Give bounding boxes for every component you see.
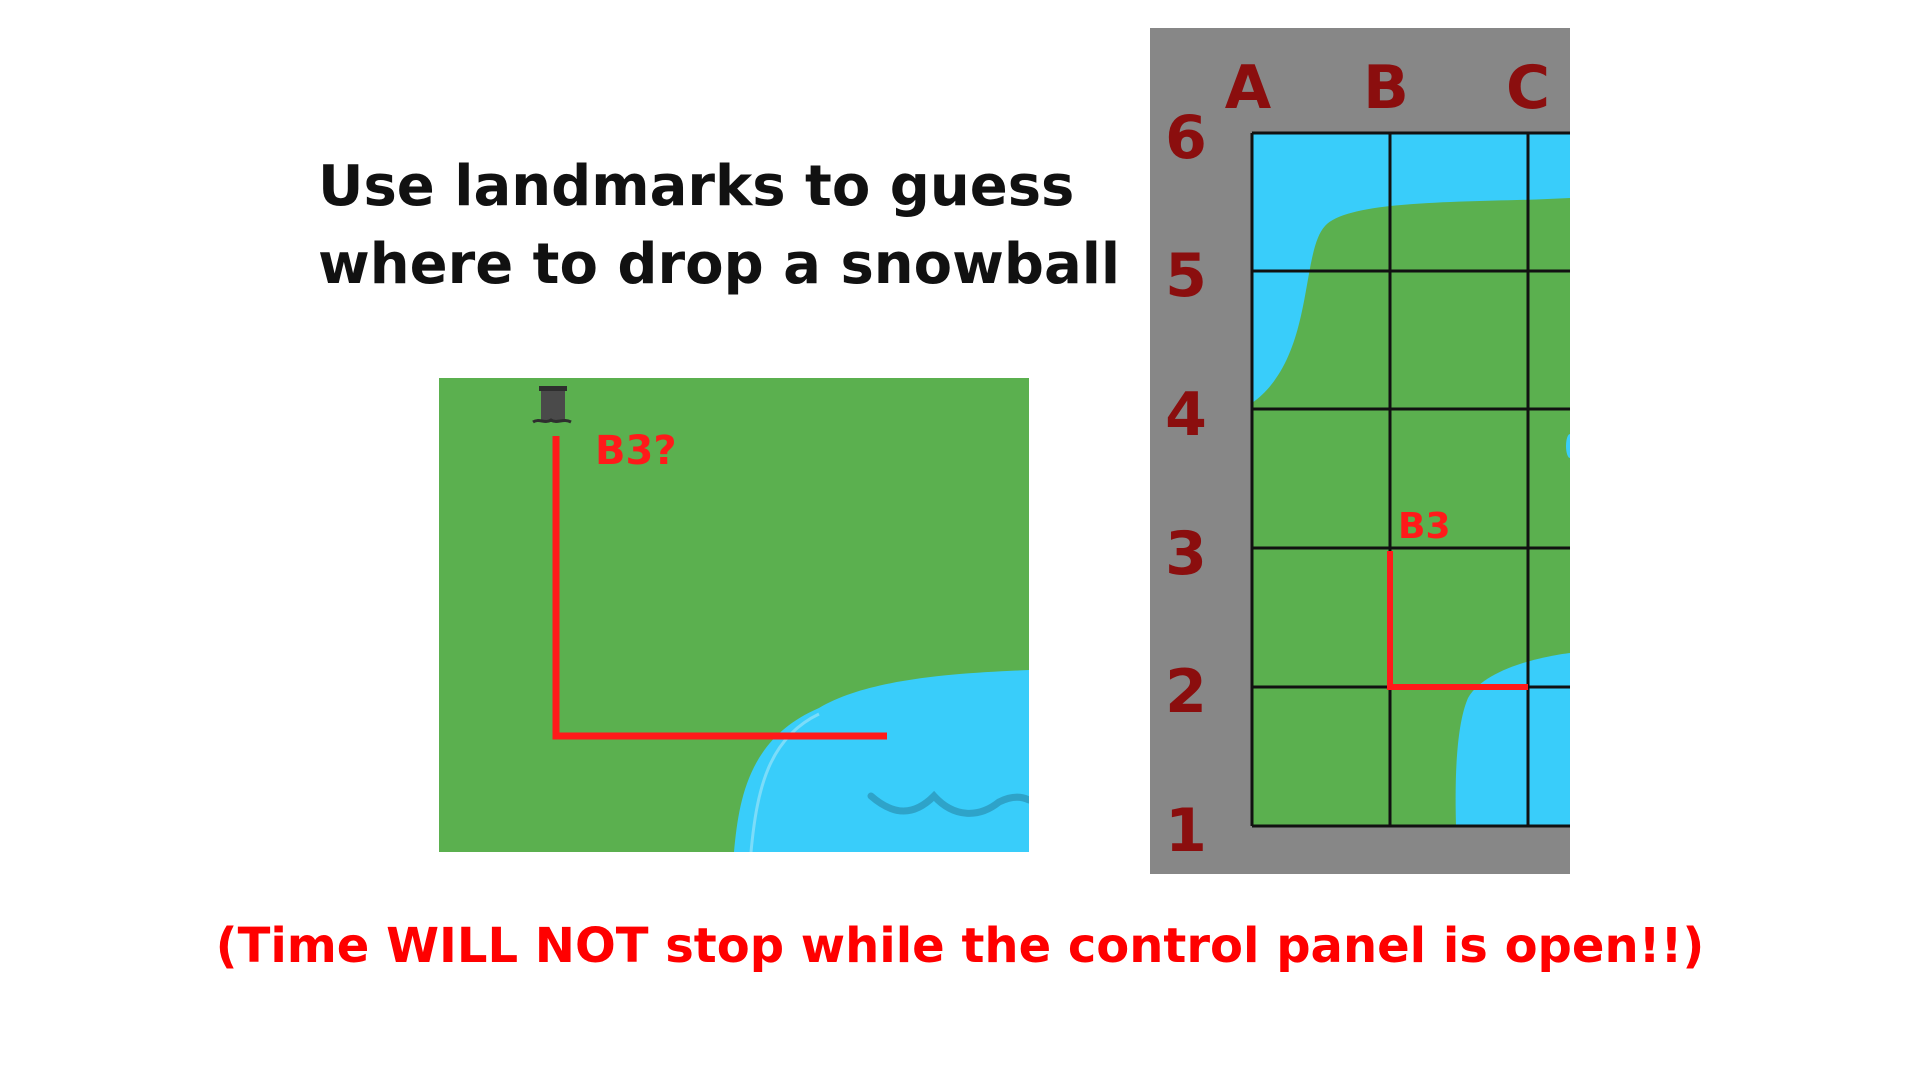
row-label-3: 3 <box>1165 519 1207 589</box>
row-label-4: 4 <box>1165 380 1207 450</box>
grid-map: B3 A B C 6 5 4 3 2 1 <box>1150 28 1570 874</box>
column-label-c: C <box>1506 53 1550 123</box>
headline-line-2: where to drop a snowball <box>318 232 1121 297</box>
instruction-headline: Use landmarks to guess where to drop a s… <box>318 148 1120 304</box>
grid-map-canvas: B3 A B C 6 5 4 3 2 1 <box>1150 28 1570 874</box>
warning-emphasis: WILL NOT <box>386 918 649 974</box>
row-label-2: 2 <box>1165 657 1207 727</box>
landmark-scene: B3? <box>439 378 1029 852</box>
row-label-6: 6 <box>1165 103 1207 173</box>
headline-line-1: Use landmarks to guess <box>318 154 1075 219</box>
row-label-5: 5 <box>1165 241 1207 311</box>
row-label-1: 1 <box>1165 796 1207 866</box>
landmark-scene-canvas: B3? <box>439 378 1029 852</box>
grid-marker-label: B3 <box>1398 506 1451 547</box>
warning-open: (Time <box>215 918 387 974</box>
guess-label: B3? <box>595 428 677 474</box>
column-label-a: A <box>1225 53 1272 123</box>
column-label-b: B <box>1363 53 1409 123</box>
warning-rest: stop while the control panel is open!!) <box>648 918 1705 974</box>
warning-footer: (Time WILL NOT stop while the control pa… <box>0 918 1920 974</box>
